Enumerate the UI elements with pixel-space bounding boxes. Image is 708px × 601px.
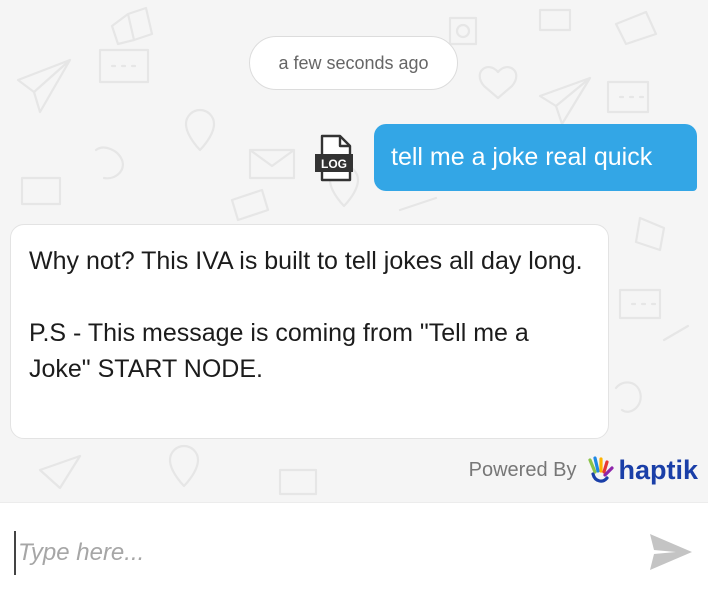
message-composer (0, 502, 708, 601)
haptik-hand-icon (588, 456, 615, 483)
user-message-bubble: tell me a joke real quick (374, 124, 697, 191)
bot-message-bubble: Why not? This IVA is built to tell jokes… (10, 224, 609, 439)
log-label: LOG (321, 157, 347, 171)
message-input[interactable] (14, 531, 618, 575)
message-timestamp: a few seconds ago (249, 36, 458, 90)
chat-area: a few seconds ago LOG tell me a joke rea… (0, 0, 708, 502)
send-icon (650, 534, 692, 570)
send-button[interactable] (646, 530, 694, 574)
bot-message-text: Why not? This IVA is built to tell jokes… (29, 247, 583, 275)
haptik-brand: haptik (618, 454, 698, 485)
log-file-icon[interactable]: LOG (312, 134, 356, 182)
powered-by-footer: Powered By haptik (469, 452, 698, 488)
bot-message-text: P.S - This message is coming from "Tell … (29, 319, 529, 383)
powered-by-label: Powered By (468, 458, 577, 481)
